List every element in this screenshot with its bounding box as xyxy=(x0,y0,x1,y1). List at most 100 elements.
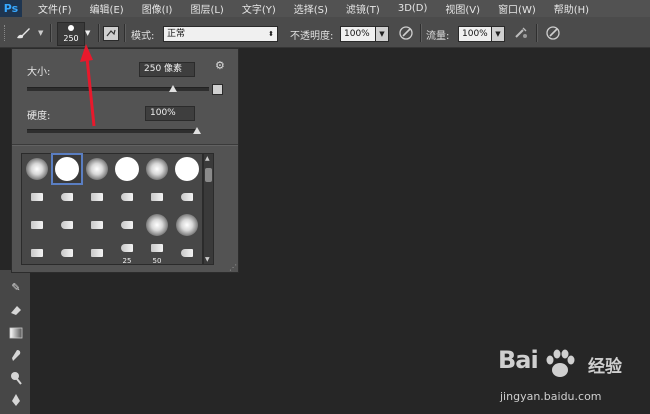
watermark-url: jingyan.baidu.com xyxy=(500,390,602,403)
brush-preset-hard[interactable] xyxy=(113,155,141,183)
watermark-jingyan: 经验 xyxy=(588,357,622,377)
flow-input[interactable]: 100% xyxy=(458,26,492,42)
brush-preset-hard[interactable] xyxy=(51,153,83,185)
brush-dot-icon xyxy=(68,25,74,31)
mode-select[interactable]: 正常 ⬍ xyxy=(163,26,278,42)
size-input[interactable]: 250 像素 xyxy=(139,62,195,77)
brush-tip-mini-icon xyxy=(181,193,193,201)
scroll-up-icon[interactable]: ▲ xyxy=(205,155,210,162)
brush-preset-soft[interactable] xyxy=(83,155,111,183)
mode-label: 模式: xyxy=(131,31,155,42)
scroll-down-icon[interactable]: ▼ xyxy=(205,256,210,263)
size-slider-track[interactable] xyxy=(27,87,209,91)
brush-tip-mini-icon xyxy=(31,249,43,257)
watermark-brand: Bai xyxy=(498,346,539,374)
brush-tip-mini-icon xyxy=(31,193,43,201)
brush-preset-picker[interactable]: 250 xyxy=(57,22,85,46)
brush-preset-mini[interactable] xyxy=(83,211,111,239)
opacity-dropdown-button[interactable]: ▼ xyxy=(375,26,389,42)
brush-tip-hard-icon xyxy=(115,157,139,181)
brush-picker-chevron-icon[interactable]: ▼ xyxy=(85,29,90,37)
brush-tip-mini-icon xyxy=(151,193,163,201)
tools-panel: ✎ xyxy=(0,270,30,414)
menu-edit[interactable]: 编辑(E) xyxy=(90,1,124,16)
dodge-tool-icon[interactable] xyxy=(8,370,24,386)
panel-gear-icon[interactable]: ⚙ xyxy=(215,59,225,72)
menu-window[interactable]: 窗口(W) xyxy=(498,1,536,16)
brush-preset-mini[interactable] xyxy=(53,211,81,239)
menu-help[interactable]: 帮助(H) xyxy=(554,1,589,16)
presets-scrollbar-thumb[interactable] xyxy=(205,168,212,182)
resize-grip-icon[interactable]: ⋰ xyxy=(229,263,237,272)
menu-select[interactable]: 选择(S) xyxy=(294,1,328,16)
brush-tip-mini-icon xyxy=(121,193,133,201)
options-bar-grip[interactable] xyxy=(4,25,9,41)
brush-tip-hard-icon xyxy=(175,157,199,181)
opacity-input[interactable]: 100% xyxy=(340,26,376,42)
brush-preset-mini[interactable] xyxy=(23,211,51,239)
airbrush-icon[interactable] xyxy=(513,25,529,41)
size-slider-thumb[interactable] xyxy=(168,85,177,92)
pen-tool-icon[interactable] xyxy=(8,392,24,408)
brush-preset-mini[interactable] xyxy=(23,183,51,211)
flow-dropdown-button[interactable]: ▼ xyxy=(491,26,505,42)
brush-preset-mini[interactable] xyxy=(113,211,141,239)
mode-select-arrows-icon: ⬍ xyxy=(268,30,274,38)
brush-size-value: 250 xyxy=(63,34,79,43)
brush-preset-soft[interactable] xyxy=(143,211,171,239)
brush-preset-size-label: 25 xyxy=(122,257,132,265)
brush-preset-mini[interactable]: 50 xyxy=(143,239,171,267)
smudge-tool-icon[interactable] xyxy=(8,347,24,363)
menu-file[interactable]: 文件(F) xyxy=(38,1,72,16)
brush-preset-mini[interactable] xyxy=(83,183,111,211)
history-brush-tool-icon[interactable]: ✎ xyxy=(8,280,24,296)
brush-preset-soft[interactable] xyxy=(173,211,201,239)
brush-preset-hard[interactable] xyxy=(173,155,201,183)
brush-tip-mini-icon xyxy=(91,221,103,229)
brush-tip-soft-icon xyxy=(146,214,168,236)
menu-layer[interactable]: 图层(L) xyxy=(190,1,223,16)
brush-preset-soft[interactable] xyxy=(143,155,171,183)
brush-tip-mini-icon xyxy=(91,249,103,257)
brush-panel-toggle-icon[interactable] xyxy=(103,26,119,41)
pressure-size-icon[interactable] xyxy=(545,25,561,41)
brush-preset-mini[interactable] xyxy=(83,239,111,267)
eraser-tool-icon[interactable] xyxy=(8,302,24,318)
brush-preset-mini[interactable] xyxy=(173,183,201,211)
brush-preset-mini[interactable] xyxy=(173,239,201,267)
brush-tip-hard-icon xyxy=(55,157,79,181)
brush-preset-panel: 大小: 250 像素 ⚙ 硬度: 100% 25 50 ▲ ▼ ⋰ xyxy=(11,48,239,273)
mode-value: 正常 xyxy=(167,29,186,39)
menu-image[interactable]: 图像(I) xyxy=(142,1,173,16)
brush-tip-mini-icon xyxy=(61,221,73,229)
hardness-input[interactable]: 100% xyxy=(145,106,195,121)
brush-preset-mini[interactable] xyxy=(143,183,171,211)
menu-3d[interactable]: 3D(D) xyxy=(398,3,428,14)
brush-tip-mini-icon xyxy=(61,249,73,257)
brush-preset-mini[interactable] xyxy=(113,183,141,211)
menu-view[interactable]: 视图(V) xyxy=(445,1,480,16)
opacity-label: 不透明度: xyxy=(290,31,334,42)
baidu-jingyan-watermark: Bai 经验 jingyan.baidu.com xyxy=(498,346,648,412)
brush-tip-mini-icon xyxy=(91,193,103,201)
presets-scrollbar[interactable]: ▲ ▼ xyxy=(203,153,214,265)
brush-preset-mini[interactable] xyxy=(53,239,81,267)
brush-tip-mini-icon xyxy=(181,249,193,257)
menu-filter[interactable]: 滤镜(T) xyxy=(346,1,380,16)
menu-type[interactable]: 文字(Y) xyxy=(242,1,276,16)
brush-preset-soft[interactable] xyxy=(23,155,51,183)
brush-presets-grid: 25 50 xyxy=(21,153,203,265)
gradient-tool-icon[interactable] xyxy=(8,325,24,341)
brush-preset-mini[interactable] xyxy=(53,183,81,211)
hardness-slider-track[interactable] xyxy=(27,129,197,133)
brush-tip-mini-icon xyxy=(151,244,163,252)
hardness-slider-thumb[interactable] xyxy=(193,127,201,134)
tool-preset-chevron-icon[interactable]: ▼ xyxy=(38,29,43,37)
menu-bar: Ps 文件(F) 编辑(E) 图像(I) 图层(L) 文字(Y) 选择(S) 滤… xyxy=(0,0,650,17)
brush-tool-icon[interactable] xyxy=(14,25,34,41)
pressure-opacity-icon[interactable] xyxy=(398,25,414,41)
new-preset-icon[interactable] xyxy=(212,84,223,95)
paw-logo-icon xyxy=(546,349,575,377)
brush-preset-mini[interactable]: 25 xyxy=(113,239,141,267)
brush-preset-mini[interactable] xyxy=(23,239,51,267)
